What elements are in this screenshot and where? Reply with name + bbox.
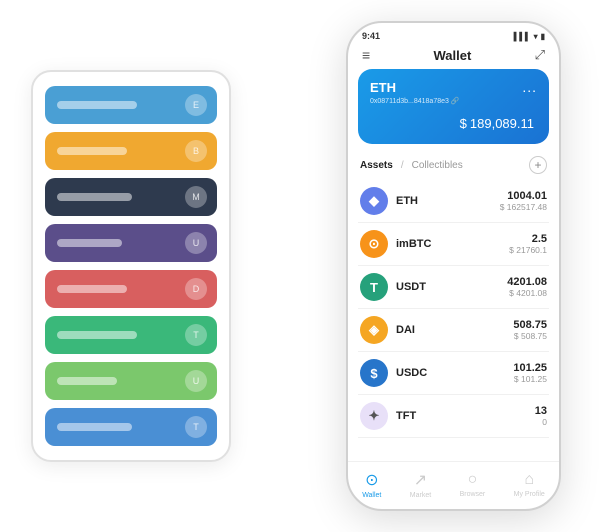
asset-item[interactable]: ⊙ imBTC 2.5 $ 21760.1 [358, 223, 549, 266]
asset-name: USDT [396, 281, 507, 293]
bottom-nav: ⊙ Wallet ↗ Market ○ Browser ⌂ My Profile [348, 461, 559, 509]
card-item[interactable]: E [45, 86, 217, 124]
browser-nav-icon: ○ [468, 471, 478, 489]
card-item[interactable]: M [45, 178, 217, 216]
asset-name: imBTC [396, 238, 509, 250]
asset-amount: 2.5 [509, 233, 547, 245]
eth-card-title: ETH [370, 80, 396, 95]
asset-list: ◆ ETH 1004.01 $ 162517.48 ⊙ imBTC 2.5 $ … [348, 180, 559, 461]
asset-icon-imbtc: ⊙ [360, 230, 388, 258]
asset-name: USDC [396, 367, 513, 379]
eth-card-amount: $189,089.11 [370, 111, 537, 134]
asset-item[interactable]: ◈ DAI 508.75 $ 508.75 [358, 309, 549, 352]
tab-assets[interactable]: Assets [360, 160, 393, 171]
asset-item[interactable]: ✦ TFT 13 0 [358, 395, 549, 438]
asset-name: TFT [396, 410, 535, 422]
status-bar: 9:41 ▌▌▌ ▾ ▮ [348, 23, 559, 43]
asset-usd: $ 4201.08 [507, 288, 547, 298]
asset-item[interactable]: T USDT 4201.08 $ 4201.08 [358, 266, 549, 309]
wallet-nav-label: Wallet [362, 492, 381, 499]
asset-icon-eth: ◆ [360, 187, 388, 215]
tab-collectibles[interactable]: Collectibles [412, 160, 463, 171]
eth-card-address: 0x08711d3b...8418a78e3 🔗 [370, 97, 537, 105]
battery-icon: ▮ [541, 32, 545, 41]
asset-values: 508.75 $ 508.75 [513, 319, 547, 341]
menu-icon[interactable]: ≡ [362, 47, 370, 63]
profile-nav-label: My Profile [514, 491, 545, 498]
time-display: 9:41 [362, 31, 380, 41]
currency-symbol: $ [460, 116, 467, 131]
asset-values: 101.25 $ 101.25 [513, 362, 547, 384]
assets-header: Assets / Collectibles + [348, 152, 559, 180]
asset-name: ETH [396, 195, 500, 207]
asset-icon-dai: ◈ [360, 316, 388, 344]
asset-usd: 0 [535, 417, 547, 427]
market-nav-label: Market [410, 492, 431, 499]
asset-usd: $ 508.75 [513, 331, 547, 341]
asset-icon-usdt: T [360, 273, 388, 301]
phone-mockup: 9:41 ▌▌▌ ▾ ▮ ≡ Wallet ⤢ ETH ... 0x08711d… [346, 21, 561, 511]
asset-amount: 508.75 [513, 319, 547, 331]
asset-name: DAI [396, 324, 513, 336]
asset-amount: 1004.01 [500, 190, 547, 202]
assets-tabs: Assets / Collectibles [360, 160, 463, 171]
card-item[interactable]: D [45, 270, 217, 308]
browser-nav-label: Browser [460, 491, 486, 498]
status-icons: ▌▌▌ ▾ ▮ [514, 32, 545, 41]
wallet-nav-icon: ⊙ [365, 470, 378, 490]
header-title: Wallet [433, 48, 471, 63]
asset-amount: 101.25 [513, 362, 547, 374]
add-asset-button[interactable]: + [529, 156, 547, 174]
profile-nav-icon: ⌂ [524, 471, 534, 489]
wifi-icon: ▾ [534, 32, 538, 41]
market-nav-icon: ↗ [414, 470, 427, 490]
eth-card[interactable]: ETH ... 0x08711d3b...8418a78e3 🔗 $189,08… [358, 69, 549, 144]
card-stack: EBMUDTUT [31, 70, 231, 462]
asset-usd: $ 21760.1 [509, 245, 547, 255]
asset-item[interactable]: $ USDC 101.25 $ 101.25 [358, 352, 549, 395]
nav-item-market[interactable]: ↗ Market [410, 470, 431, 499]
card-item[interactable]: U [45, 224, 217, 262]
signal-icon: ▌▌▌ [514, 32, 531, 41]
asset-usd: $ 101.25 [513, 374, 547, 384]
scan-icon[interactable]: ⤢ [535, 47, 545, 63]
asset-values: 4201.08 $ 4201.08 [507, 276, 547, 298]
asset-amount: 13 [535, 405, 547, 417]
asset-values: 13 0 [535, 405, 547, 427]
card-item[interactable]: T [45, 408, 217, 446]
card-item[interactable]: U [45, 362, 217, 400]
nav-item-browser[interactable]: ○ Browser [460, 471, 486, 498]
asset-amount: 4201.08 [507, 276, 547, 288]
eth-card-menu[interactable]: ... [522, 79, 537, 95]
phone-header: ≡ Wallet ⤢ [348, 43, 559, 69]
asset-item[interactable]: ◆ ETH 1004.01 $ 162517.48 [358, 180, 549, 223]
asset-values: 2.5 $ 21760.1 [509, 233, 547, 255]
nav-item-profile[interactable]: ⌂ My Profile [514, 471, 545, 498]
tab-divider: / [401, 160, 404, 171]
card-item[interactable]: T [45, 316, 217, 354]
asset-icon-tft: ✦ [360, 402, 388, 430]
eth-amount-value: 189,089.11 [470, 116, 534, 131]
nav-item-wallet[interactable]: ⊙ Wallet [362, 470, 381, 499]
scene: EBMUDTUT 9:41 ▌▌▌ ▾ ▮ ≡ Wallet ⤢ ETH ...… [11, 11, 591, 521]
asset-icon-usdc: $ [360, 359, 388, 387]
asset-usd: $ 162517.48 [500, 202, 547, 212]
card-item[interactable]: B [45, 132, 217, 170]
asset-values: 1004.01 $ 162517.48 [500, 190, 547, 212]
